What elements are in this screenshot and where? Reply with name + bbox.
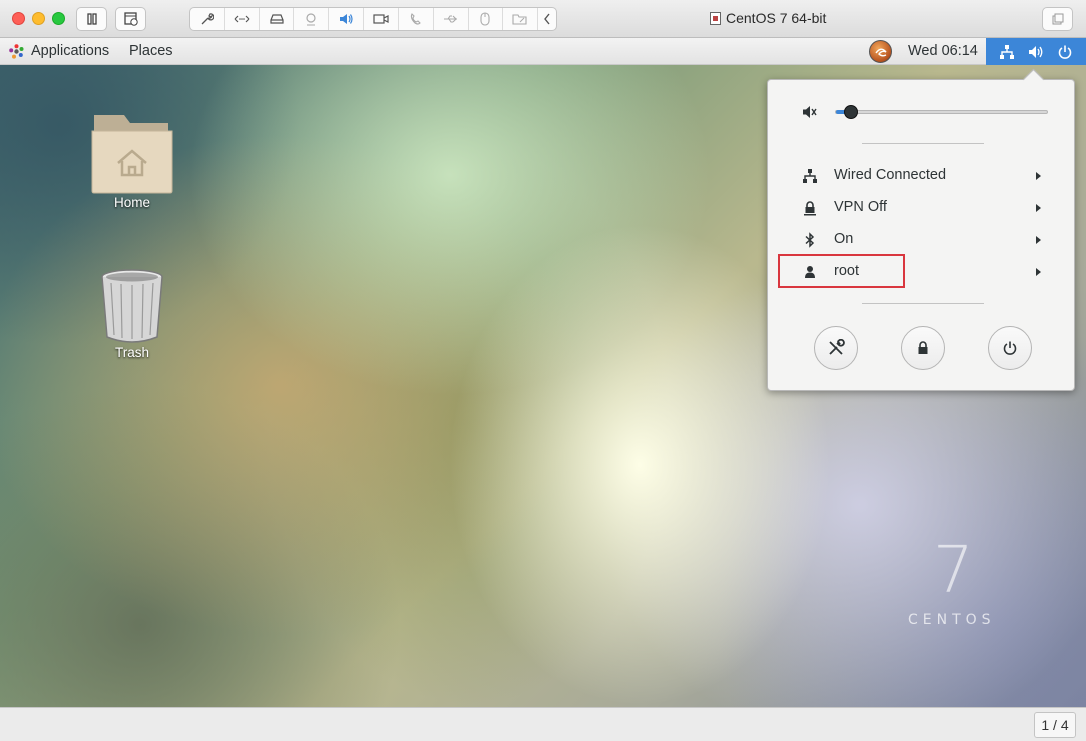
window-title: CentOS 7 64-bit	[710, 10, 826, 26]
vm-window-titlebar: CentOS 7 64-bit	[0, 0, 1086, 38]
home-folder-icon	[91, 115, 173, 194]
zoom-window-button[interactable]	[52, 12, 65, 25]
user-avatar-icon[interactable]	[869, 40, 892, 63]
audio-input-button[interactable]	[399, 8, 434, 30]
mouse-button[interactable]	[469, 8, 504, 30]
wired-connected-item[interactable]: Wired Connected	[768, 162, 1074, 190]
mouse-icon	[480, 12, 490, 26]
wired-network-icon	[999, 44, 1014, 59]
wired-connected-label: Wired Connected	[834, 167, 947, 183]
bluetooth-item[interactable]: On	[768, 226, 1074, 254]
collapse-toolbar-button[interactable]	[538, 8, 556, 30]
vm-devices-toolbar	[189, 7, 557, 31]
settings-button[interactable]	[190, 8, 225, 30]
power-icon	[1003, 341, 1017, 355]
submenu-arrow-icon	[1036, 204, 1041, 212]
collapse-chevron-icon	[544, 13, 550, 25]
shared-folder-icon	[512, 14, 527, 25]
wired-network-icon	[803, 169, 817, 183]
settings-wrench-icon	[201, 13, 214, 25]
home-desktop-icon[interactable]: Home	[82, 109, 182, 210]
submenu-arrow-icon	[1036, 268, 1041, 276]
camera-icon	[306, 13, 316, 26]
vm-document-icon	[710, 11, 721, 25]
vpn-label: VPN Off	[834, 199, 887, 215]
settings-icon	[829, 339, 845, 355]
vpn-item[interactable]: VPN Off	[768, 194, 1074, 222]
network-button[interactable]	[225, 8, 260, 30]
places-menu[interactable]: Places	[129, 43, 173, 59]
power-off-button[interactable]	[988, 326, 1032, 370]
vpn-lock-icon	[804, 201, 816, 216]
sound-icon	[340, 14, 353, 24]
bluetooth-icon	[805, 232, 815, 248]
workspace-indicator[interactable]: 1 / 4	[1034, 712, 1076, 738]
snapshot-icon	[123, 12, 138, 26]
settings-button[interactable]	[814, 326, 858, 370]
submenu-arrow-icon	[1036, 172, 1041, 180]
applications-menu[interactable]: Applications	[31, 43, 109, 59]
menu-separator	[862, 303, 984, 304]
volume-icon	[1028, 45, 1043, 58]
trash-can-icon	[101, 269, 163, 343]
submenu-arrow-icon	[1036, 236, 1041, 244]
clock[interactable]: Wed 06:14	[908, 43, 978, 59]
window-title-text: CentOS 7 64-bit	[726, 10, 827, 26]
fullscreen-icon	[1052, 13, 1063, 25]
network-arrows-icon	[234, 15, 250, 23]
power-icon	[1059, 45, 1072, 59]
audio-input-icon	[410, 13, 421, 25]
hard-disk-button[interactable]	[260, 8, 295, 30]
close-window-button[interactable]	[12, 12, 25, 25]
gnome-top-bar: Applications Places Wed 06:14	[0, 38, 1086, 65]
trash-desktop-icon[interactable]: Trash	[82, 267, 182, 360]
bluetooth-label: On	[834, 231, 854, 247]
snapshot-button[interactable]	[115, 7, 146, 31]
lock-icon	[918, 341, 928, 354]
workspace-status-bar: 1 / 4	[0, 707, 1086, 741]
lock-button[interactable]	[901, 326, 945, 370]
annotation-highlight-box	[778, 254, 905, 288]
minimize-window-button[interactable]	[32, 12, 45, 25]
home-icon-label: Home	[113, 195, 150, 210]
centos-branding-number: 7	[933, 534, 974, 608]
volume-slider[interactable]	[835, 105, 1048, 119]
system-menu-popup: Wired Connected VPN Off On root	[767, 79, 1075, 391]
sound-button[interactable]	[329, 8, 365, 30]
usb-button[interactable]	[434, 8, 469, 30]
volume-slider-handle[interactable]	[843, 105, 858, 119]
fullscreen-button[interactable]	[1042, 7, 1073, 31]
shared-folder-button[interactable]	[503, 8, 539, 30]
usb-icon	[443, 15, 457, 23]
trash-icon-label: Trash	[114, 345, 149, 360]
pause-icon	[86, 13, 97, 25]
menu-separator	[862, 143, 984, 144]
video-camera-icon	[373, 14, 389, 24]
gnome-foot-icon	[9, 44, 24, 59]
video-camera-button[interactable]	[364, 8, 399, 30]
pause-vm-button[interactable]	[76, 7, 107, 31]
centos-branding-word: CENTOS	[908, 612, 996, 628]
camera-button[interactable]	[294, 8, 330, 30]
volume-muted-icon	[803, 106, 817, 118]
system-status-area[interactable]	[986, 38, 1086, 65]
hard-disk-icon	[269, 14, 284, 24]
